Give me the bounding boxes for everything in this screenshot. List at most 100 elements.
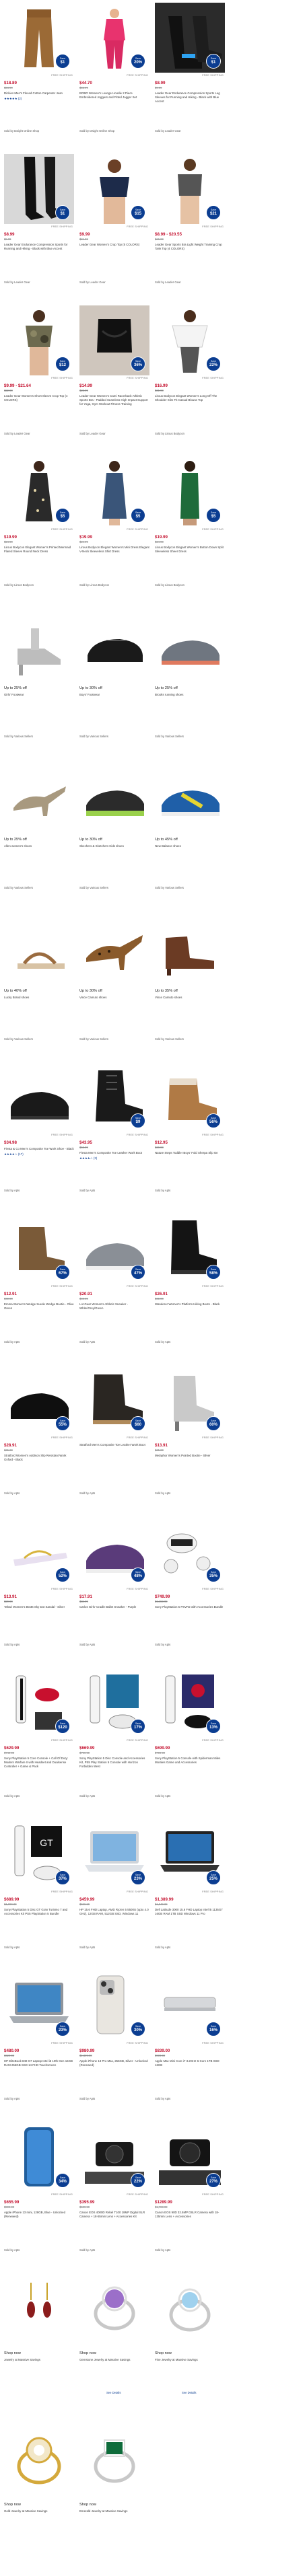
product-title[interactable]: Dickies Men's Flexed Cotton Carpenter Je…: [4, 91, 74, 96]
product-title[interactable]: Allen women's shoes: [4, 844, 74, 848]
bootie-brown-icon[interactable]: [155, 911, 225, 981]
product-title[interactable]: Vince Camuto shoes: [79, 996, 149, 1000]
product-title[interactable]: Boys' Footwear: [79, 693, 149, 697]
product-card[interactable]: Up to 30% off Boys' Footwear Sold by Vario…: [79, 608, 149, 760]
product-price[interactable]: Shop now: [4, 2351, 74, 2357]
laptop-black-icon[interactable]: Save 25%: [155, 1819, 225, 1889]
product-card[interactable]: Up to 25% off Girls' Footwear Sold by Vari…: [4, 608, 74, 760]
ps5-spider-icon[interactable]: Save 13%: [155, 1668, 225, 1738]
product-card[interactable]: Save $21 FREE SHIPPING $8.99 - $20.55 $26.99…: [155, 154, 225, 305]
product-card[interactable]: Shop now Jewelry at Massive Savings: [4, 2273, 74, 2425]
product-card[interactable]: Save 20% FREE SHIPPING $44.70 $55.99 BOBO Wom…: [79, 3, 149, 154]
product-card[interactable]: Save 13% FREE SHIPPING $699.99 $799.99 Sony P…: [155, 1668, 225, 1819]
ring-blue-icon[interactable]: [155, 2273, 225, 2343]
product-title[interactable]: Leader Gear Sports Bra Light Weight Trai…: [155, 243, 225, 251]
product-card[interactable]: Save $1 FREE SHIPPING $18.89 $34.99 Dickies M…: [4, 3, 74, 154]
product-title[interactable]: Tahari Women's BO36 Sky Dot Sandal - Sil…: [4, 1605, 74, 1609]
product-title[interactable]: Fiesta Men's Composite Toe Leather Work …: [79, 1151, 149, 1155]
ring-gold-icon[interactable]: [4, 2425, 74, 2495]
crop-navy-icon[interactable]: Save $15: [79, 154, 149, 224]
product-card[interactable]: Save 60% FREE SHIPPING $13.91 $35.00 Metaphor…: [155, 1365, 225, 1516]
product-card[interactable]: Shop now Fine Jewelry at Massive Savings S…: [155, 2273, 225, 2425]
product-card[interactable]: Save $9 FREE SHIPPING $43.95 $52.99 Fiesta Me…: [79, 1062, 149, 1214]
iphone-silver-icon[interactable]: Save 30%: [79, 1971, 149, 2040]
laptop-gray-icon[interactable]: Save 23%: [4, 1971, 74, 2040]
product-title[interactable]: Girls' Footwear: [4, 693, 74, 697]
iphone-blue-icon[interactable]: Save 34%: [4, 2122, 74, 2192]
dress-green-icon[interactable]: Save $5: [155, 457, 225, 527]
earrings-red-icon[interactable]: [4, 2273, 74, 2343]
product-card[interactable]: Shop now Emerald Jewelry at Massive Savin…: [79, 2425, 149, 2576]
product-title[interactable]: Apple iPhone 13 Pro Max, 256GB, Silver -…: [79, 2059, 149, 2067]
product-title[interactable]: Emma Women's Wedge Suede Wedge Bootie - …: [4, 1302, 74, 1311]
sandal-tan-icon[interactable]: [4, 911, 74, 981]
product-title[interactable]: HP 15.6 FHD Laptop, AMD Ryzen 5 5500U (u…: [79, 1908, 149, 1916]
camera-kit-icon[interactable]: Save 22%: [79, 2122, 149, 2192]
product-card[interactable]: Save 67% FREE SHIPPING $12.91 $40.00 Emma Wom…: [4, 1214, 74, 1365]
boot-black2-icon[interactable]: Save 58%: [155, 1214, 225, 1284]
product-card[interactable]: Save 48% FREE SHIPPING $17.91 $34.99 Carlos G…: [79, 1516, 149, 1668]
product-card[interactable]: Save $5 FREE SHIPPING $19.99 $24.99 Lirous Bo…: [4, 457, 74, 608]
product-card[interactable]: Save 58% FREE SHIPPING $26.91 $65.00 Wanderer…: [155, 1214, 225, 1365]
product-card[interactable]: Save 34% FREE SHIPPING $655.99 $999.00 Apple …: [4, 2122, 74, 2273]
product-card[interactable]: Up to 40% off Lucky Brand shoes Sold by Va…: [4, 911, 74, 1062]
product-title[interactable]: Gold Jewelry at Massive Savings: [4, 2509, 74, 2513]
product-price[interactable]: Up to 45% off: [155, 838, 225, 843]
product-price[interactable]: Up to 30% off: [79, 989, 149, 994]
product-card[interactable]: Save 52% FREE SHIPPING $13.91 $29.99 Tahari W…: [4, 1516, 74, 1668]
product-card[interactable]: Up to 35% off Vince Camuto shoes Sold by V…: [155, 911, 225, 1062]
heel-silver-icon[interactable]: [4, 608, 74, 678]
ps5-red-icon[interactable]: Save $120: [4, 1668, 74, 1738]
product-title[interactable]: Dell Latitude 3000 15.6 FHD Laptop Intel…: [155, 1908, 225, 1916]
product-title[interactable]: Jewelry at Massive Savings: [4, 2358, 74, 2362]
product-title[interactable]: Vince Camuto shoes: [155, 996, 225, 1000]
boot-black-icon[interactable]: Save $9: [79, 1062, 149, 1132]
socks-black-icon[interactable]: Save $1: [4, 154, 74, 224]
product-title[interactable]: Sony PlayStation 5 Console with Spiderma…: [155, 1757, 225, 1765]
product-title[interactable]: Leader Gear Women's Crop Top (5 COLORS): [79, 243, 149, 247]
product-card[interactable]: Save $1 FREE SHIPPING $8.99 $9.99 Leader Gear…: [155, 3, 225, 154]
product-price[interactable]: Shop now: [155, 2351, 225, 2357]
camera-kit2-icon[interactable]: Save 27%: [155, 2122, 225, 2192]
product-card[interactable]: Save 35% FREE SHIPPING $749.99 $1,159.99 Sony…: [155, 1516, 225, 1668]
product-price[interactable]: Up to 30% off: [79, 686, 149, 692]
bra-black-icon[interactable]: Save 36%: [79, 305, 149, 375]
product-title[interactable]: Sony PlayStation 5 Core Console + Call O…: [4, 1757, 74, 1769]
sneaker-purple-icon[interactable]: Save 48%: [79, 1516, 149, 1586]
product-card[interactable]: Save 23% FREE SHIPPING $480.00 $629.99 HP Eli…: [4, 1971, 74, 2122]
product-price[interactable]: Up to 40% off: [4, 989, 74, 994]
heel-leopard-icon[interactable]: [79, 911, 149, 981]
product-card[interactable]: Save 23% FREE SHIPPING $459.99 $599.99 HP 15.…: [79, 1819, 149, 1971]
product-title[interactable]: Lirous Bodycon Elegant Women's Button Do…: [155, 546, 225, 554]
ring-green-icon[interactable]: [79, 2425, 149, 2495]
workshoe-black2-icon[interactable]: Save 55%: [4, 1365, 74, 1435]
product-card[interactable]: Save 25% FREE SHIPPING $1,389.99 $1,849.99 De…: [155, 1819, 225, 1971]
bootie-silver-icon[interactable]: Save 60%: [155, 1365, 225, 1435]
product-card[interactable]: Save $60 FREE SHIPPING Stratford Men's Comp…: [79, 1365, 149, 1516]
blouse-white-icon[interactable]: Save 22%: [155, 305, 225, 375]
product-card[interactable]: Up to 45% off New Balance shoes Sold by Va…: [155, 760, 225, 911]
sweatsuit-pink-icon[interactable]: Save 20%: [79, 3, 149, 73]
wedge-brown-icon[interactable]: Save 67%: [4, 1214, 74, 1284]
product-price[interactable]: Up to 25% off: [155, 686, 225, 692]
product-title[interactable]: Apple iPhone 13 mini, 128GB, Blue - Unlo…: [4, 2211, 74, 2219]
product-title[interactable]: Sony PlayStation 5 PSVR2 with Accessorie…: [155, 1605, 225, 1609]
product-title[interactable]: Stratford Women's Addison Slip Resistant…: [4, 1454, 74, 1462]
product-card[interactable]: Save 36% FREE SHIPPING $14.99 $22.99 Leader G…: [79, 305, 149, 457]
product-card[interactable]: GT Save 37% FREE SHIPPING $689.99 $1,099.00 So…: [4, 1819, 74, 1971]
product-title[interactable]: Leader Gear Women's Cami Racerback Athle…: [79, 394, 149, 406]
product-card[interactable]: Shop now Gold Jewelry at Massive Savings: [4, 2425, 74, 2576]
product-title[interactable]: Apple Mac Mini Core i7 3.2GHz 6-Core 1TB…: [155, 2059, 225, 2067]
product-title[interactable]: Fiesta & Co Men's Composite Toe Work Sho…: [4, 1147, 74, 1151]
product-card[interactable]: Save 17% FREE SHIPPING $669.99 $799.99 Sony P…: [79, 1668, 149, 1819]
product-card[interactable]: Save 55% FREE SHIPPING $28.91 $65.00 Stratfor…: [4, 1365, 74, 1516]
sneaker-gray2-icon[interactable]: Save 47%: [79, 1214, 149, 1284]
product-card[interactable]: Save $15 FREE SHIPPING $9.99 $24.99 Leader Ge…: [79, 154, 149, 305]
product-card[interactable]: Save 22% FREE SHIPPING $395.99 $509.99 Canon …: [79, 2122, 149, 2273]
product-title[interactable]: Leader Gear Endurance Compression Sports…: [4, 243, 74, 251]
product-card[interactable]: Save 56% FREE SHIPPING $12.95 $29.99 Nature S…: [155, 1062, 225, 1214]
product-card[interactable]: Save 30% FREE SHIPPING $980.99 $1,399.00 Appl…: [79, 1971, 149, 2122]
product-card[interactable]: Up to 25% off Allen women's shoes Sold by …: [4, 760, 74, 911]
see-details-link[interactable]: See Details: [182, 2391, 196, 2395]
see-details-link[interactable]: See Details: [106, 2391, 121, 2395]
